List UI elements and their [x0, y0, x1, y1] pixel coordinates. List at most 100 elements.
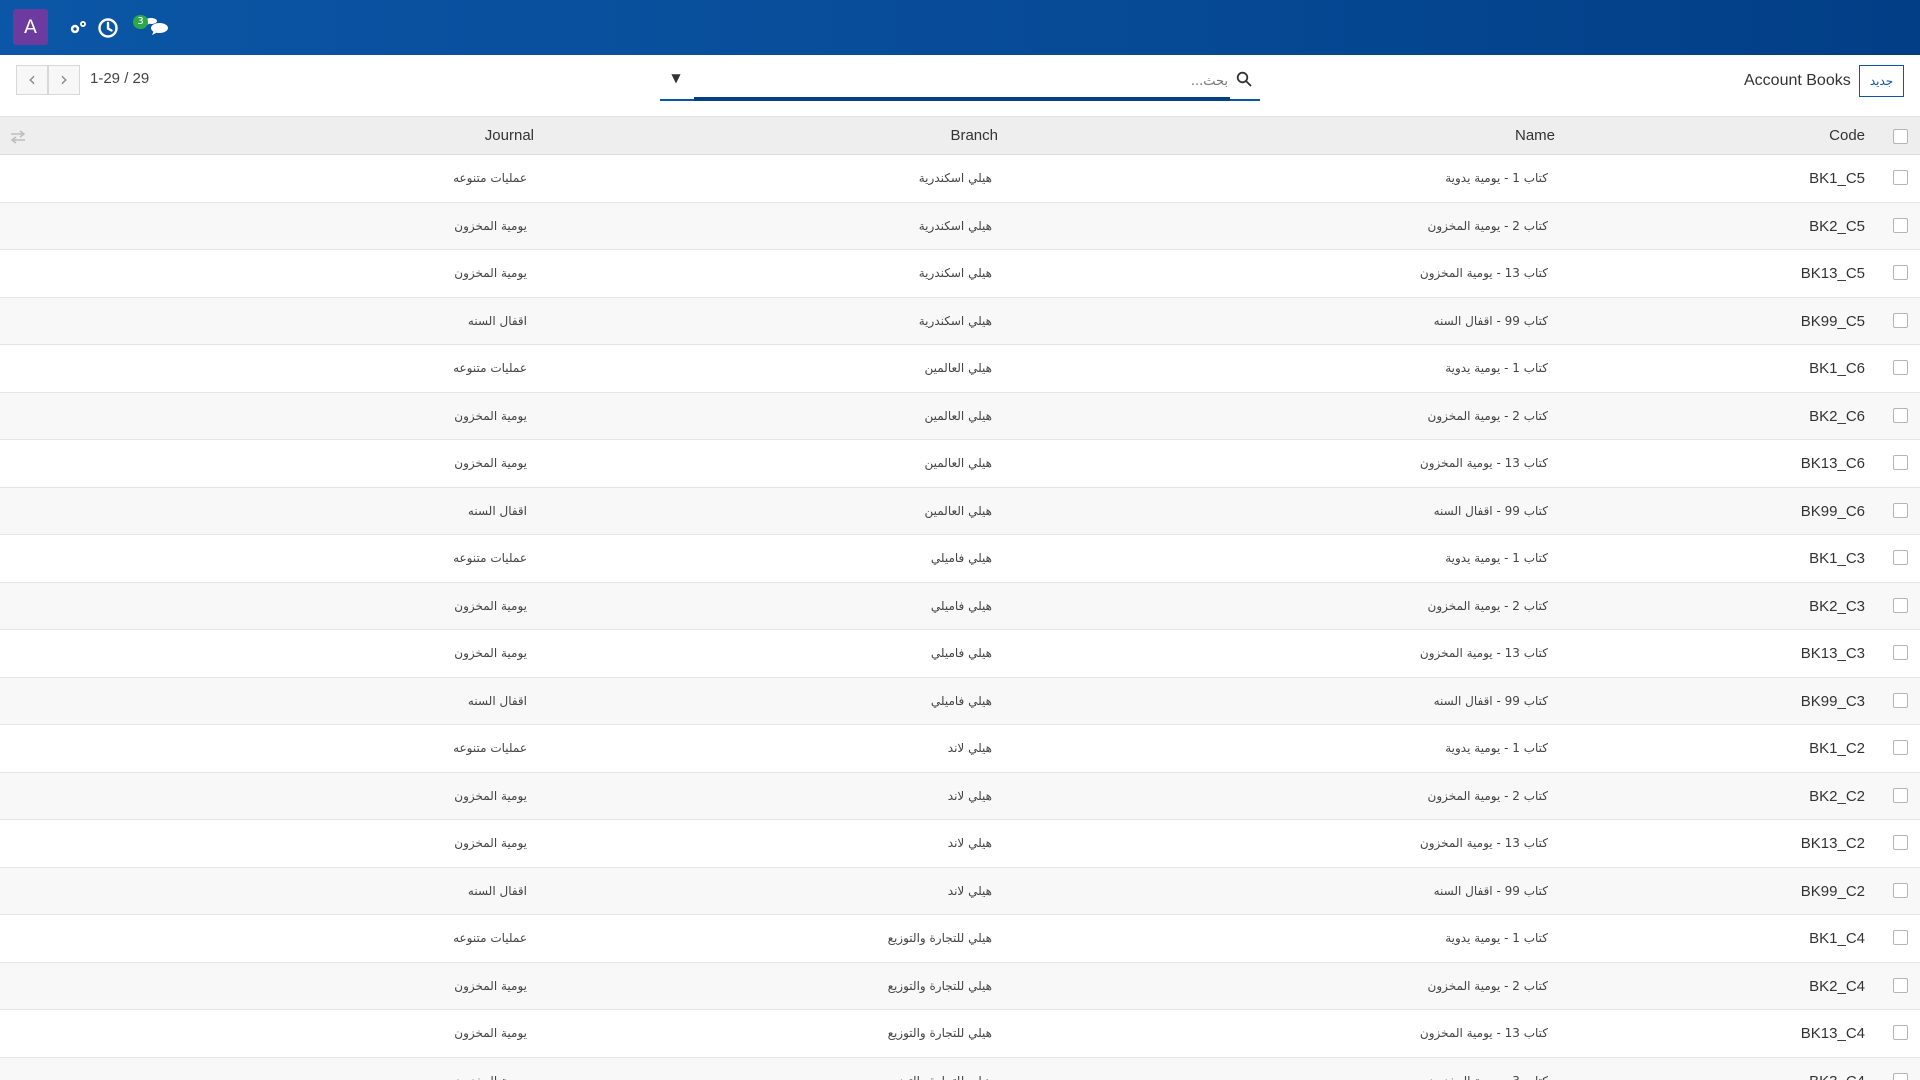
- journal-cell: عمليات متنوعه: [453, 741, 527, 755]
- user-avatar[interactable]: A: [13, 9, 48, 45]
- code-cell: BK3_C4: [1809, 1073, 1865, 1080]
- row-checkbox[interactable]: [1893, 1072, 1908, 1080]
- code-cell: BK99_C6: [1800, 502, 1865, 520]
- row-checkbox[interactable]: [1893, 550, 1908, 565]
- branch-cell: هيلي اسكندرية: [918, 313, 992, 328]
- table-row[interactable]: يومية المخزون هيلي للتجارة والتوزيع كتاب 1…: [0, 1010, 1920, 1058]
- select-all-checkbox[interactable]: [1893, 129, 1908, 144]
- code-cell: BK13_C5: [1800, 265, 1865, 282]
- table-row[interactable]: عمليات متنوعه هيلي فاميلي كتاب 1 - يومية ي…: [0, 535, 1920, 583]
- code-cell: BK2_C4: [1809, 977, 1865, 995]
- search-icon[interactable]: [1236, 71, 1252, 87]
- column-header-code[interactable]: Code: [1829, 127, 1865, 144]
- table-row[interactable]: يومية المخزون هيلي العالمين كتاب 13 - يومي…: [0, 440, 1920, 488]
- row-checkbox[interactable]: [1893, 597, 1908, 613]
- branch-cell: هيلي لاند: [947, 836, 992, 850]
- table-row[interactable]: اقفال السنه هيلي فاميلي كتاب 99 - اقفال ال…: [0, 677, 1920, 725]
- name-cell: كتاب 13 - يومية المخزون: [1419, 1026, 1548, 1040]
- row-checkbox[interactable]: [1893, 312, 1908, 328]
- code-cell: BK13_C2: [1800, 835, 1865, 852]
- table-row[interactable]: يومية المخزون هيلي اسكندرية كتاب 13 - يومي…: [0, 250, 1920, 298]
- name-cell: كتاب 99 - اقفال السنه: [1433, 883, 1548, 898]
- row-checkbox[interactable]: [1893, 882, 1908, 898]
- table-row[interactable]: يومية المخزون هيلي فاميلي كتاب 2 - يومية ا…: [0, 582, 1920, 630]
- table-row[interactable]: يومية المخزون هيلي لاند كتاب 13 - يومية ال…: [0, 820, 1920, 868]
- code-cell: BK1_C4: [1809, 930, 1865, 947]
- journal-cell: اقفال السنه: [467, 693, 527, 708]
- pager-value[interactable]: 1-29 / 29: [90, 70, 149, 87]
- row-checkbox[interactable]: [1893, 787, 1908, 803]
- journal-cell: يومية المخزون: [454, 1074, 527, 1080]
- column-header-name[interactable]: Name: [1515, 127, 1555, 144]
- journal-cell: عمليات متنوعه: [453, 361, 527, 375]
- table-row[interactable]: يومية المخزون هيلي اسكندرية كتاب 2 - يومية…: [0, 202, 1920, 250]
- table-row[interactable]: يومية المخزون هيلي فاميلي كتاب 13 - يومية …: [0, 630, 1920, 678]
- branch-cell: هيلي لاند: [947, 741, 992, 755]
- row-checkbox[interactable]: [1893, 930, 1908, 945]
- branch-cell: هيلي فاميلي: [930, 693, 992, 708]
- column-header-journal[interactable]: Journal: [485, 127, 534, 144]
- journal-cell: يومية المخزون: [454, 788, 527, 803]
- top-navbar: A 3: [0, 0, 1920, 55]
- row-checkbox[interactable]: [1893, 217, 1908, 233]
- branch-cell: هيلي اسكندرية: [918, 171, 992, 185]
- search-box: ▼: [660, 63, 1260, 101]
- chevron-down-icon[interactable]: ▼: [668, 70, 684, 86]
- table-row[interactable]: اقفال السنه هيلي اسكندرية كتاب 99 - اقفال …: [0, 297, 1920, 345]
- code-cell: BK1_C2: [1809, 740, 1865, 757]
- journal-cell: اقفال السنه: [467, 503, 527, 518]
- list-table: Journal Branch Name Code عمليات متنوعه هي…: [0, 117, 1920, 1080]
- row-checkbox[interactable]: [1893, 360, 1908, 375]
- clock-icon[interactable]: [96, 16, 120, 40]
- table-row[interactable]: يومية المخزون هيلي لاند كتاب 2 - يومية الم…: [0, 772, 1920, 820]
- table-row[interactable]: عمليات متنوعه هيلي اسكندرية كتاب 1 - يومية…: [0, 155, 1920, 203]
- pager-next-button[interactable]: ›: [48, 65, 80, 95]
- name-cell: كتاب 13 - يومية المخزون: [1419, 836, 1548, 850]
- table-row[interactable]: يومية المخزون هيلي العالمين كتاب 2 - يومية…: [0, 392, 1920, 440]
- row-checkbox[interactable]: [1893, 740, 1908, 755]
- row-checkbox[interactable]: [1893, 455, 1908, 470]
- branch-cell: هيلي العالمين: [924, 503, 992, 518]
- journal-cell: عمليات متنوعه: [453, 171, 527, 185]
- branch-cell: هيلي فاميلي: [930, 598, 992, 613]
- settings-icon[interactable]: [66, 16, 90, 40]
- table-row[interactable]: اقفال السنه هيلي العالمين كتاب 99 - اقفال …: [0, 487, 1920, 535]
- journal-cell: يومية المخزون: [454, 646, 527, 660]
- search-input[interactable]: [694, 68, 1234, 94]
- journal-cell: يومية المخزون: [454, 266, 527, 280]
- table-row[interactable]: اقفال السنه هيلي لاند كتاب 99 - اقفال السن…: [0, 867, 1920, 915]
- control-panel: ‹ › 1-29 / 29 ▼ Account Books جديد: [0, 55, 1920, 117]
- search-active-underline: [694, 97, 1230, 101]
- branch-cell: هيلي فاميلي: [930, 551, 992, 565]
- row-checkbox[interactable]: [1893, 407, 1908, 423]
- table-row[interactable]: عمليات متنوعه هيلي لاند كتاب 1 - يومية يدو…: [0, 725, 1920, 773]
- table-row[interactable]: عمليات متنوعه هيلي العالمين كتاب 1 - يومية…: [0, 345, 1920, 393]
- name-cell: كتاب 2 - يومية المخزون: [1427, 408, 1548, 423]
- table-row[interactable]: عمليات متنوعه هيلي للتجارة والتوزيع كتاب 1…: [0, 915, 1920, 963]
- table-row[interactable]: يومية المخزون هيلي للتجارة والتوزيع كتاب 2…: [0, 962, 1920, 1010]
- new-button[interactable]: جديد: [1859, 65, 1904, 97]
- row-checkbox[interactable]: [1893, 692, 1908, 708]
- column-header-branch[interactable]: Branch: [950, 127, 998, 144]
- row-checkbox[interactable]: [1893, 835, 1908, 850]
- journal-cell: يومية المخزون: [454, 408, 527, 423]
- name-cell: كتاب 13 - يومية المخزون: [1419, 646, 1548, 660]
- branch-cell: هيلي اسكندرية: [918, 218, 992, 233]
- code-cell: BK2_C5: [1809, 217, 1865, 235]
- row-checkbox[interactable]: [1893, 645, 1908, 660]
- name-cell: كتاب 1 - يومية يدوية: [1445, 741, 1548, 755]
- journal-cell: يومية المخزون: [454, 598, 527, 613]
- row-checkbox[interactable]: [1893, 502, 1908, 518]
- row-checkbox[interactable]: [1893, 1025, 1908, 1040]
- table-header: Journal Branch Name Code: [0, 117, 1920, 155]
- row-checkbox[interactable]: [1893, 265, 1908, 280]
- name-cell: كتاب 2 - يومية المخزون: [1427, 598, 1548, 613]
- row-checkbox[interactable]: [1893, 977, 1908, 993]
- code-cell: BK13_C6: [1800, 455, 1865, 472]
- column-settings-icon[interactable]: [10, 129, 26, 144]
- table-body: عمليات متنوعه هيلي اسكندرية كتاب 1 - يومية…: [0, 155, 1920, 1080]
- branch-cell: هيلي للتجارة والتوزيع: [887, 1026, 992, 1040]
- pager-previous-button[interactable]: ‹: [16, 65, 48, 95]
- table-row[interactable]: يومية المخزون هيلي للتجارة والتوزيع كتاب 3…: [0, 1057, 1920, 1080]
- row-checkbox[interactable]: [1893, 170, 1908, 185]
